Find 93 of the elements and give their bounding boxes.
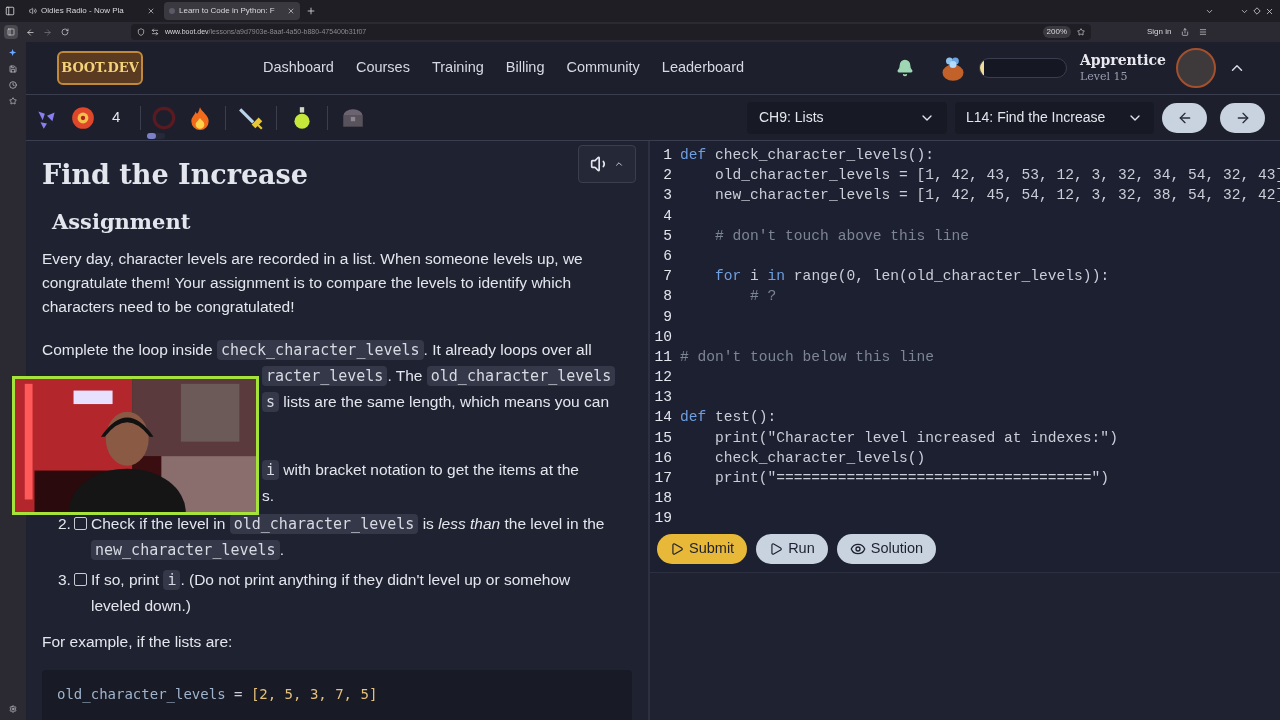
reload-icon[interactable] xyxy=(61,28,69,36)
tab-list-icon[interactable] xyxy=(5,6,15,16)
count: 4 xyxy=(112,107,121,128)
sidebar-toggle-icon[interactable] xyxy=(4,25,18,39)
lesson-title: Find the Increase xyxy=(42,158,309,192)
solution-button[interactable]: Solution xyxy=(836,533,937,564)
close-icon[interactable] xyxy=(147,7,155,15)
line-number: 15 xyxy=(653,428,673,448)
browser-tab[interactable]: Oldies Radio - Now Pla xyxy=(24,2,160,20)
close-icon[interactable] xyxy=(1265,6,1274,16)
menu-icon[interactable] xyxy=(1199,28,1208,36)
paragraph: Every day, character levels are recorded in a list. When someone levels up, we congratulate them! Your assignment is to compare the levels to identify which characters need to be congratulated! xyxy=(42,249,584,317)
line-number: 1 xyxy=(662,146,673,165)
sign-in-button[interactable]: Sign in xyxy=(1147,26,1172,38)
line-number: 13 xyxy=(653,388,673,408)
nav-link[interactable]: Leaderboard xyxy=(661,57,745,79)
shield-icon[interactable] xyxy=(137,28,145,36)
line-number: 17 xyxy=(653,469,673,488)
nav-link[interactable]: Community xyxy=(566,57,640,79)
previous-button[interactable] xyxy=(1162,102,1207,133)
tab-title: Oldies Radio - Now Pla xyxy=(41,5,125,17)
text-line: i with bracket notation to get the items at the xyxy=(262,457,579,483)
text-line: s lists are the same length, which means you can xyxy=(262,389,609,415)
line-number: 16 xyxy=(653,448,673,468)
code-block: old_character_levels = [2, 5, 3, 7, 5] xyxy=(42,670,632,720)
section-heading: Assignment xyxy=(52,208,192,236)
line-number: 5 xyxy=(662,226,673,246)
maximize-icon[interactable] xyxy=(1253,7,1261,15)
text-line: racter_levels . The old_character_levels xyxy=(262,363,616,389)
next-button[interactable] xyxy=(1220,102,1265,133)
rank-title: Apprentice xyxy=(1079,52,1166,70)
history-icon[interactable] xyxy=(9,81,17,89)
submit-button[interactable]: Submit xyxy=(657,533,748,564)
permissions-icon[interactable] xyxy=(151,28,159,36)
logo[interactable]: BOOT.DEV xyxy=(57,51,143,85)
line-number: 12 xyxy=(653,368,673,388)
play-icon[interactable] xyxy=(670,541,684,556)
list-number: 3. xyxy=(58,570,72,590)
step-text: If so, print i . (Do not print anything if they didn't level up or somehow leveled down.) xyxy=(91,569,572,616)
bell-icon[interactable] xyxy=(895,59,914,77)
text-line: s. xyxy=(262,486,275,506)
code-line: def test(): xyxy=(680,408,777,428)
line-number: 14 xyxy=(653,408,673,428)
checkbox[interactable] xyxy=(74,573,87,586)
zoom-level[interactable]: 200% xyxy=(1042,26,1071,38)
run-button[interactable]: Run xyxy=(756,533,828,564)
checkbox[interactable] xyxy=(74,517,87,530)
nav-link[interactable]: Billing xyxy=(505,57,545,79)
code-line: # don't touch above this line xyxy=(714,226,969,246)
close-icon[interactable] xyxy=(287,7,295,15)
browser-tab[interactable]: Learn to Code in Python: F xyxy=(164,2,300,20)
list-number: 2. xyxy=(58,514,72,534)
code-line: def check_character_levels(): xyxy=(680,146,934,165)
line-number: 9 xyxy=(662,307,673,327)
level-label: Level 15 xyxy=(1079,69,1129,84)
paragraph: For example, if the lists are: xyxy=(42,632,234,652)
line-number: 19 xyxy=(653,509,673,525)
toggle[interactable] xyxy=(147,132,166,139)
sparkle-icon[interactable] xyxy=(8,48,18,57)
code-line: for i in range(0, len(old_character_levels)): xyxy=(714,267,1110,287)
orb-icon[interactable] xyxy=(70,104,96,131)
bookmark-icon[interactable] xyxy=(1077,28,1085,36)
speaker-icon[interactable] xyxy=(29,7,37,15)
caret-icon[interactable] xyxy=(614,159,624,169)
lesson-select[interactable]: L14: Find the Increase xyxy=(955,101,1154,134)
code-line: print("====================================") xyxy=(714,469,1110,488)
code-line: print("Character level increased at indexes:") xyxy=(714,428,1118,448)
code-line: # ? xyxy=(749,287,777,307)
chapter-select[interactable]: CH9: Lists xyxy=(747,101,947,134)
text-line: Complete the loop inside check_character_levels . It already loops over all xyxy=(42,339,593,362)
line-number: 3 xyxy=(662,186,673,206)
code-line: check_character_levels() xyxy=(714,448,926,468)
settings-icon[interactable] xyxy=(9,705,17,713)
line-number: 6 xyxy=(662,246,673,266)
tab-title: Learn to Code in Python: F xyxy=(179,5,276,17)
line-number: 8 xyxy=(662,287,673,307)
audio-button[interactable] xyxy=(578,145,636,183)
line-number: 10 xyxy=(653,327,673,347)
bookmarks-icon[interactable] xyxy=(9,97,17,105)
line-number: 18 xyxy=(653,489,673,509)
nav-link[interactable]: Training xyxy=(431,57,484,79)
line-number: 4 xyxy=(662,206,673,226)
line-number: 11 xyxy=(653,347,673,367)
back-icon[interactable] xyxy=(26,27,35,37)
code-line: # don't touch below this line xyxy=(680,347,934,367)
new-tab-icon[interactable] xyxy=(306,6,316,16)
nav-link[interactable]: Courses xyxy=(355,57,410,79)
avatar[interactable] xyxy=(1176,48,1216,88)
line-number: 7 xyxy=(662,267,673,287)
play-icon[interactable] xyxy=(769,541,784,556)
nav-link[interactable]: Dashboard xyxy=(263,57,334,79)
line-number: 2 xyxy=(662,166,673,186)
step-text: Check if the level in old_character_levels is less than the level in the new_character_levels . xyxy=(91,513,606,562)
